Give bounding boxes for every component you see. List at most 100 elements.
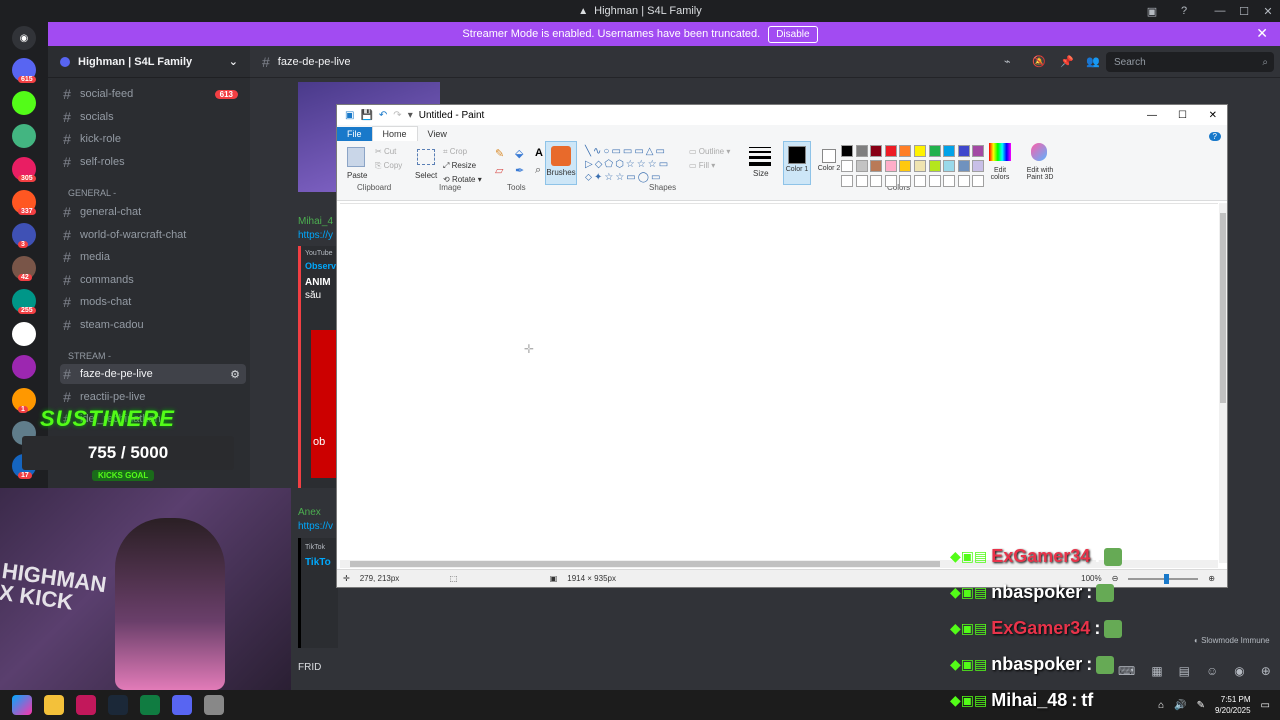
brushes-button[interactable]: Brushes xyxy=(545,141,577,185)
paste-button[interactable]: Paste xyxy=(347,171,367,180)
file-explorer-icon[interactable] xyxy=(44,695,64,715)
channel-kick-role[interactable]: # kick-role xyxy=(60,129,246,149)
server-icon[interactable] xyxy=(12,91,36,115)
channel-self-roles[interactable]: # self-roles xyxy=(60,152,246,172)
color2-button[interactable]: Color 2 xyxy=(815,141,843,185)
save-icon[interactable]: 💾 xyxy=(360,110,372,121)
color-swatch[interactable] xyxy=(928,160,941,172)
pen-icon[interactable]: ✎ xyxy=(1197,700,1205,711)
select-button[interactable]: Select xyxy=(415,171,437,180)
volume-icon[interactable]: 🔊 xyxy=(1174,700,1186,711)
help-icon[interactable]: ? xyxy=(1172,0,1196,22)
zoom-in-icon[interactable]: ⊕ xyxy=(1208,574,1215,583)
message-link[interactable]: https://v xyxy=(298,521,333,532)
color-swatch[interactable] xyxy=(855,145,868,157)
minimize-button[interactable]: — xyxy=(1147,110,1157,121)
paste-icon[interactable] xyxy=(347,147,365,167)
channel-socials[interactable]: # socials xyxy=(60,107,246,127)
custom-color-swatch[interactable] xyxy=(841,175,853,187)
color-swatch[interactable] xyxy=(899,145,912,157)
size-icon[interactable] xyxy=(749,145,771,166)
color-swatch[interactable] xyxy=(855,160,868,172)
shapes-gallery[interactable]: ╲∿○▭▭▭△▭ ▷◇⬠⬡☆☆☆▭ ⬦✦☆☆▭◯▭ xyxy=(585,145,683,183)
color-swatch[interactable] xyxy=(914,145,926,157)
color-swatch[interactable] xyxy=(841,160,853,172)
close-button[interactable]: ✕ xyxy=(1209,110,1217,121)
channel-commands[interactable]: # commands xyxy=(60,270,246,290)
eraser-icon[interactable]: ▱ xyxy=(495,164,511,177)
redo-icon[interactable]: ↷ xyxy=(393,110,401,121)
discord-home-icon[interactable]: ◉ xyxy=(12,26,36,50)
video-thumbnail[interactable]: ob xyxy=(311,330,339,478)
category-general[interactable]: GENERAL - xyxy=(68,188,116,198)
message-author[interactable]: Mihai_4 xyxy=(298,216,333,227)
server-icon[interactable] xyxy=(12,322,36,346)
gif-icon[interactable]: ▦ xyxy=(1151,664,1162,678)
fill-dropdown[interactable]: ▭ Fill ▾ xyxy=(689,161,715,170)
maximize-button[interactable]: ☐ xyxy=(1232,0,1256,22)
color-swatch[interactable] xyxy=(928,145,941,157)
notification-icon[interactable]: ▭ xyxy=(1261,700,1270,711)
pin-icon[interactable]: 📌 xyxy=(1060,55,1074,68)
inbox-icon[interactable]: ▣ xyxy=(1140,0,1164,22)
undo-icon[interactable]: ↶ xyxy=(379,110,387,121)
custom-color-swatch[interactable] xyxy=(899,175,912,187)
pencil-icon[interactable]: ✎ xyxy=(495,147,511,160)
message-link[interactable]: https://y xyxy=(298,230,333,241)
close-button[interactable]: ✕ xyxy=(1256,0,1280,22)
size-button[interactable]: Size xyxy=(753,169,769,178)
channel-settings-icon[interactable]: ⚙ xyxy=(230,368,240,381)
terminal-icon[interactable] xyxy=(140,695,160,715)
edit-colors-icon[interactable] xyxy=(989,143,1011,161)
discord-icon[interactable] xyxy=(172,695,192,715)
color-swatch[interactable] xyxy=(884,145,897,157)
channel-world-of-warcraft-chat[interactable]: # world-of-warcraft-chat xyxy=(60,225,246,245)
custom-color-swatch[interactable] xyxy=(972,175,985,187)
resize-button[interactable]: ⤢ Resize xyxy=(443,161,476,171)
emoji-icon[interactable]: ☺ xyxy=(1206,664,1218,678)
mute-icon[interactable]: 🔕 xyxy=(1032,55,1046,68)
color-swatch[interactable] xyxy=(841,145,853,157)
custom-color-swatch[interactable] xyxy=(884,175,897,187)
channel-steam-cadou[interactable]: # steam-cadou xyxy=(60,315,246,335)
paint-taskbar-icon[interactable] xyxy=(204,695,224,715)
tab-home[interactable]: Home xyxy=(371,126,418,141)
tab-view[interactable]: View xyxy=(418,127,457,141)
edit-paint3d-button[interactable]: Edit with Paint 3D xyxy=(1019,167,1061,181)
paint3d-icon[interactable] xyxy=(1031,143,1047,161)
color-swatch[interactable] xyxy=(870,160,883,172)
server-icon[interactable] xyxy=(12,124,36,148)
color-swatch[interactable] xyxy=(972,145,985,157)
activity-icon[interactable]: ◉ xyxy=(1234,664,1244,678)
custom-color-swatch[interactable] xyxy=(855,175,868,187)
edit-colors-button[interactable]: Edit colors xyxy=(985,167,1015,181)
search-input[interactable]: Search ⌕ xyxy=(1106,52,1274,72)
channel-faze-de-pe-live[interactable]: # faze-de-pe-live ⚙ xyxy=(60,364,246,384)
message-author[interactable]: Anex xyxy=(298,507,321,518)
custom-color-swatch[interactable] xyxy=(914,175,926,187)
custom-color-swatch[interactable] xyxy=(943,175,956,187)
color-swatch[interactable] xyxy=(899,160,912,172)
steam-icon[interactable] xyxy=(108,695,128,715)
category-stream[interactable]: STREAM - xyxy=(68,351,111,361)
browser-icon[interactable] xyxy=(76,695,96,715)
channel-social-feed[interactable]: # social-feed 613 xyxy=(60,84,246,104)
clock[interactable]: 7:51 PM 9/20/2025 xyxy=(1215,694,1251,716)
help-icon[interactable]: ? xyxy=(1208,132,1221,141)
maximize-button[interactable]: ☐ xyxy=(1178,110,1187,121)
channel-general-chat[interactable]: # general-chat xyxy=(60,202,246,222)
color-swatch[interactable] xyxy=(914,160,926,172)
network-icon[interactable]: ⌂ xyxy=(1158,700,1164,711)
color-swatch[interactable] xyxy=(870,145,883,157)
channel-media[interactable]: # media xyxy=(60,247,246,267)
custom-color-swatch[interactable] xyxy=(928,175,941,187)
select-icon[interactable] xyxy=(417,149,435,165)
tab-file[interactable]: File xyxy=(337,127,372,141)
close-icon[interactable]: ✕ xyxy=(1256,25,1268,42)
color-swatch[interactable] xyxy=(884,160,897,172)
color-swatch[interactable] xyxy=(943,160,956,172)
cut-button[interactable]: ✂ Cut xyxy=(375,147,396,156)
paint-canvas[interactable]: ✛ xyxy=(340,203,1218,559)
fill-icon[interactable]: ⬙ xyxy=(515,147,531,160)
channel-mods-chat[interactable]: # mods-chat xyxy=(60,292,246,312)
